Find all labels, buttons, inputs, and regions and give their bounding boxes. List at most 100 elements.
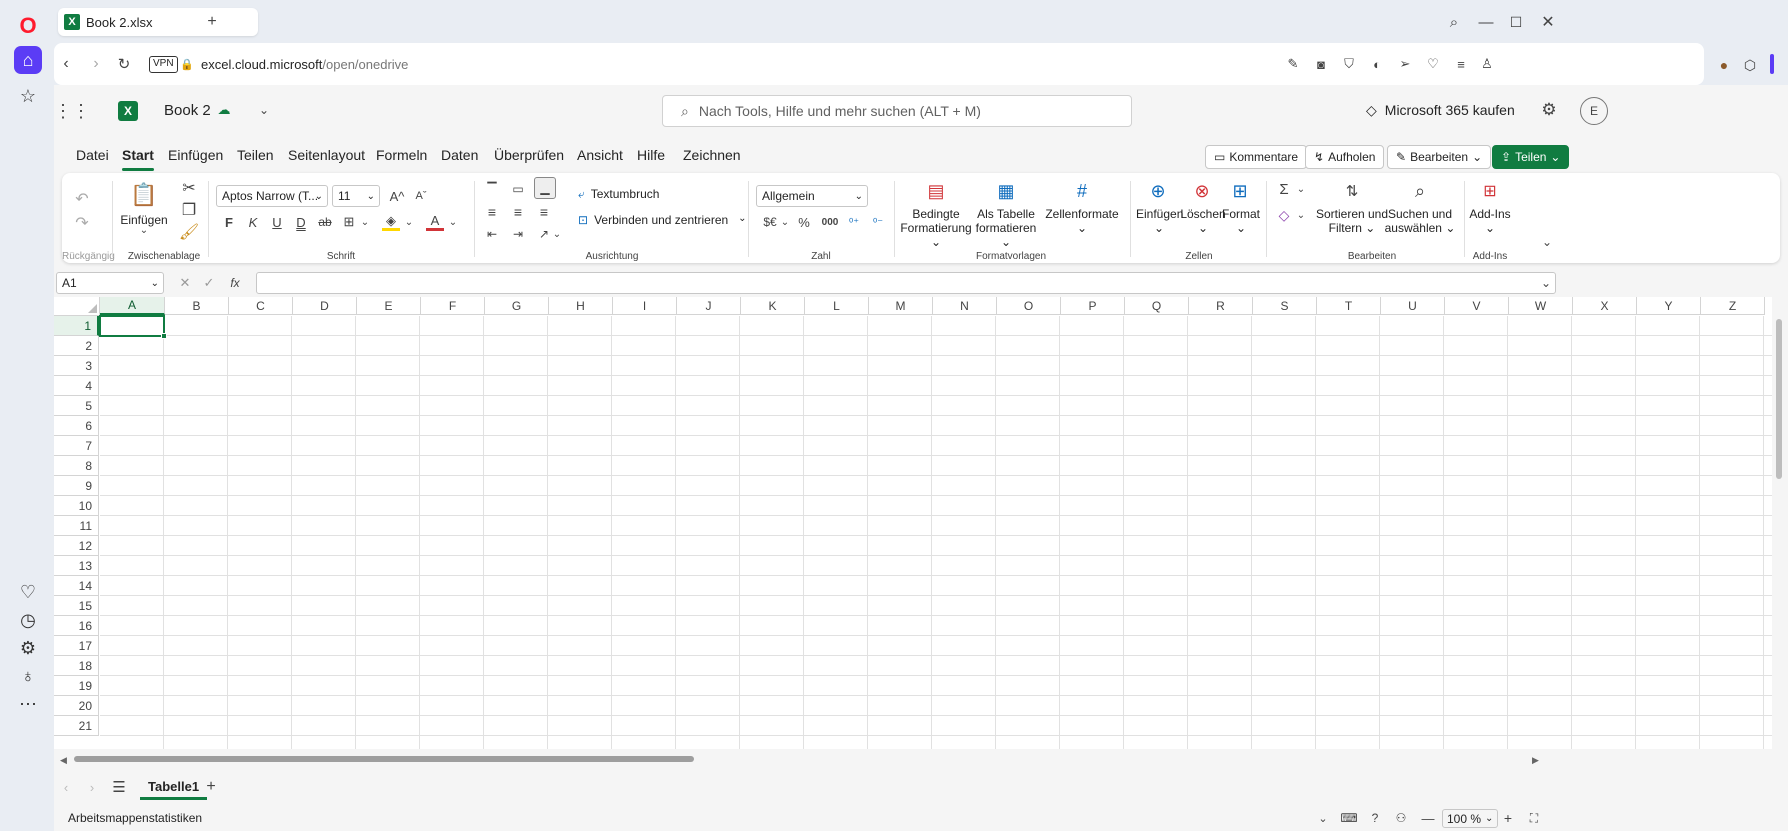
sheet-tab-tabelle1[interactable]: Tabelle1 xyxy=(140,776,208,800)
name-box[interactable]: A1 ⌄ xyxy=(56,272,164,294)
format-as-table-button[interactable]: Als Tabelle formatieren ⌄ xyxy=(970,207,1042,249)
orientation-icon[interactable]: ↗ xyxy=(534,225,554,243)
row-header-12[interactable]: 12 xyxy=(54,536,99,556)
align-right-icon[interactable]: ≡ xyxy=(534,203,554,221)
extensions-icon[interactable]: ⬡ xyxy=(1740,55,1760,75)
copy-icon[interactable]: ❐ xyxy=(180,201,198,219)
add-sheet-icon[interactable]: + xyxy=(202,778,220,796)
align-bottom-icon[interactable]: ▁ xyxy=(534,177,556,199)
edit-mode-button[interactable]: ✎ Bearbeiten ⌄ xyxy=(1387,145,1492,169)
tab-ansicht[interactable]: Ansicht xyxy=(577,147,623,163)
shield-icon[interactable]: ⛉ xyxy=(1340,55,1358,73)
horizontal-scroll-thumb[interactable] xyxy=(74,756,694,762)
sort-filter-icon[interactable]: ⇅ xyxy=(1340,179,1364,203)
cell-area[interactable] xyxy=(100,316,1788,749)
workbook-statistics[interactable]: Arbeitsmappenstatistiken xyxy=(68,811,202,825)
new-tab-icon[interactable]: + xyxy=(202,12,222,32)
row-header-11[interactable]: 11 xyxy=(54,516,99,536)
column-header-s[interactable]: S xyxy=(1253,297,1317,315)
chevron-down-icon[interactable]: ⌄ xyxy=(780,213,790,231)
browser-tab[interactable]: X Book 2.xlsx xyxy=(58,8,258,36)
row-header-8[interactable]: 8 xyxy=(54,456,99,476)
lock-icon[interactable]: 🔒 xyxy=(180,55,194,73)
column-header-k[interactable]: K xyxy=(741,297,805,315)
comments-button[interactable]: ▭ Kommentare xyxy=(1205,145,1308,169)
conditional-format-button[interactable]: Bedingte Formatierung ⌄ xyxy=(898,207,974,249)
tab-einfuegen[interactable]: Einfügen xyxy=(168,147,223,163)
row-header-5[interactable]: 5 xyxy=(54,396,99,416)
cookie-icon[interactable]: ● xyxy=(1714,55,1734,75)
feedback-icon[interactable]: ⚇ xyxy=(1392,810,1410,826)
format-as-table-icon[interactable]: ▦ xyxy=(994,179,1018,203)
share-page-icon[interactable]: ✎ xyxy=(1284,55,1302,73)
excel-logo-icon[interactable]: X xyxy=(118,101,138,121)
fill-color-icon[interactable]: ◈ xyxy=(382,213,400,231)
column-header-d[interactable]: D xyxy=(293,297,357,315)
zoom-out-icon[interactable]: — xyxy=(1420,810,1436,826)
send-icon[interactable]: ➢ xyxy=(1396,55,1414,73)
translate-icon[interactable]: ◐ xyxy=(1368,55,1386,73)
minimize-icon[interactable]: — xyxy=(1476,12,1496,32)
row-header-18[interactable]: 18 xyxy=(54,656,99,676)
row-header-2[interactable]: 2 xyxy=(54,336,99,356)
addins-icon[interactable]: ⊞ xyxy=(1478,179,1502,203)
chevron-down-icon[interactable]: ⌄ xyxy=(138,225,150,236)
column-header-j[interactable]: J xyxy=(677,297,741,315)
scroll-right-icon[interactable]: ▶ xyxy=(1532,755,1539,766)
format-cells-button[interactable]: Format ⌄ xyxy=(1220,207,1262,235)
delete-cells-icon[interactable]: ⊗ xyxy=(1190,179,1214,203)
chevron-down-icon[interactable]: ⌄ xyxy=(552,225,562,243)
search-tabs-icon[interactable]: ⌕ xyxy=(1444,12,1464,32)
buy-m365-button[interactable]: ◇ Microsoft 365 kaufen xyxy=(1366,102,1515,119)
font-size-select[interactable]: 11 ⌄ xyxy=(332,185,380,207)
history-icon[interactable]: ◷ xyxy=(14,606,42,634)
home-icon[interactable]: ⌂ xyxy=(14,46,42,74)
row-header-21[interactable]: 21 xyxy=(54,716,99,736)
next-sheet-icon[interactable]: › xyxy=(84,778,100,796)
thousands-button[interactable]: 000 xyxy=(818,213,842,231)
row-header-17[interactable]: 17 xyxy=(54,636,99,656)
percent-button[interactable]: % xyxy=(794,213,814,231)
strikethrough-button[interactable]: ab xyxy=(316,213,334,231)
redo-icon[interactable]: ↷ xyxy=(70,213,94,233)
paste-icon[interactable]: 📋 xyxy=(130,181,158,209)
heart-icon[interactable]: ♡ xyxy=(14,578,42,606)
zoom-select[interactable]: 100 % ⌄ xyxy=(1442,809,1499,828)
vpn-badge[interactable]: VPN xyxy=(149,56,178,73)
increase-decimal-icon[interactable]: ⁰⁺ xyxy=(844,213,864,231)
cell-styles-button[interactable]: Zellenformate ⌄ xyxy=(1042,207,1122,235)
url-text[interactable]: excel.cloud.microsoft/open/onedrive xyxy=(201,57,408,72)
row-header-20[interactable]: 20 xyxy=(54,696,99,716)
underline-button[interactable]: U xyxy=(268,213,286,231)
wrap-text-button[interactable]: ⤶ Textumbruch xyxy=(578,187,659,202)
insert-cells-button[interactable]: Einfügen ⌄ xyxy=(1136,207,1183,235)
clear-icon[interactable]: ◇ xyxy=(1274,205,1294,225)
lightbulb-icon[interactable]: ♁ xyxy=(14,662,42,690)
opera-logo-icon[interactable]: O xyxy=(14,12,42,40)
font-color-icon[interactable]: A xyxy=(426,213,444,231)
conditional-format-icon[interactable]: ▤ xyxy=(924,179,948,203)
cancel-icon[interactable]: ✕ xyxy=(176,274,194,292)
autosum-icon[interactable]: Σ xyxy=(1274,179,1294,199)
column-header-y[interactable]: Y xyxy=(1637,297,1701,315)
row-header-14[interactable]: 14 xyxy=(54,576,99,596)
align-middle-icon[interactable]: ▭ xyxy=(508,179,528,199)
avatar[interactable]: E xyxy=(1580,97,1608,125)
align-center-icon[interactable]: ≡ xyxy=(508,203,528,221)
column-header-b[interactable]: B xyxy=(165,297,229,315)
insert-function-button[interactable]: fx xyxy=(224,274,246,292)
reload-icon[interactable]: ↻ xyxy=(114,54,134,74)
chevron-down-icon[interactable]: ⌄ xyxy=(1296,179,1306,199)
tab-ueberpruefen[interactable]: Überprüfen xyxy=(494,147,564,163)
app-launcher-icon[interactable]: ⋮⋮ xyxy=(54,99,90,123)
grow-font-icon[interactable]: A^ xyxy=(388,187,406,205)
document-title[interactable]: Book 2 xyxy=(164,102,211,119)
currency-button[interactable]: $€ xyxy=(758,213,782,231)
select-all-corner[interactable] xyxy=(54,297,100,316)
row-header-7[interactable]: 7 xyxy=(54,436,99,456)
row-header-16[interactable]: 16 xyxy=(54,616,99,636)
borders-icon[interactable]: ⊞ xyxy=(340,213,358,231)
profile-icon[interactable]: ♙ xyxy=(1478,55,1496,73)
merge-center-button[interactable]: ⊡ Verbinden und zentrieren ⌄ xyxy=(578,213,747,227)
all-sheets-icon[interactable]: ☰ xyxy=(110,778,128,796)
